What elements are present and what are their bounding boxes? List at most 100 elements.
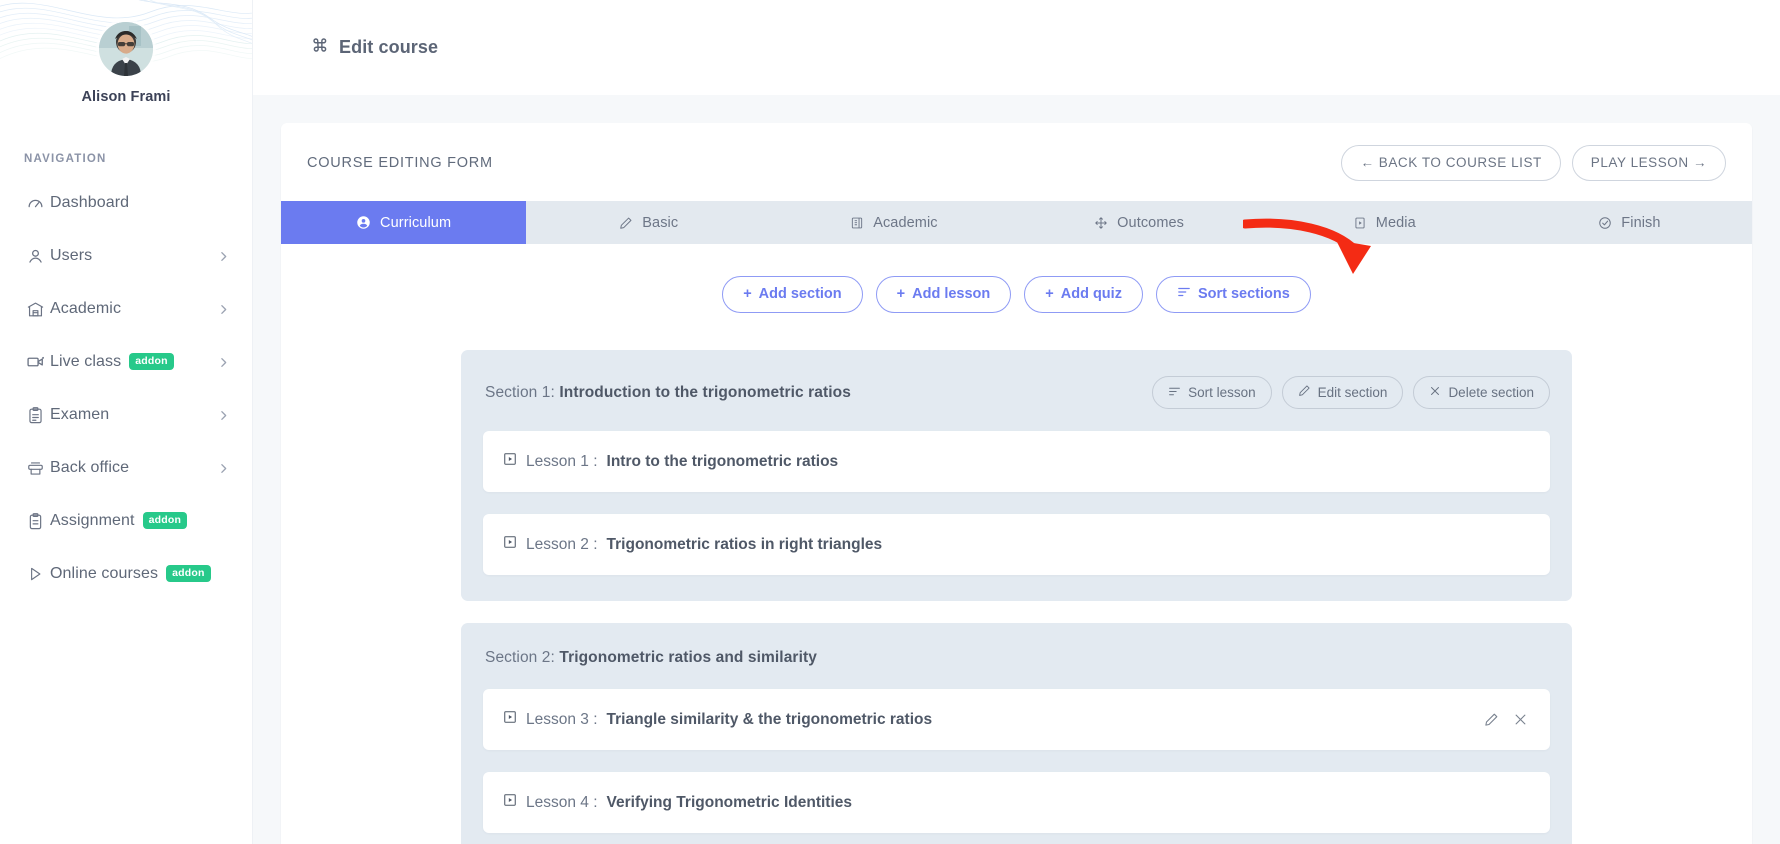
video-play-icon bbox=[503, 535, 517, 554]
lesson-prefix: Lesson 4 : bbox=[526, 794, 598, 812]
sort-lesson-button[interactable]: Sort lesson bbox=[1152, 376, 1272, 409]
lesson-row-actions bbox=[1484, 712, 1528, 727]
sidebar-nav: Dashboard Users Academic bbox=[0, 181, 252, 596]
move-icon bbox=[1094, 216, 1108, 230]
tab-bar: Curriculum Basic Academic bbox=[281, 201, 1752, 244]
curriculum-action-row: + Add section + Add lesson + Add quiz bbox=[281, 276, 1752, 313]
lesson-title: Trigonometric ratios in right triangles bbox=[607, 536, 883, 554]
addon-badge: addon bbox=[143, 512, 188, 529]
sidebar-item-dashboard[interactable]: Dashboard bbox=[0, 181, 252, 225]
section-name: Trigonometric ratios and similarity bbox=[559, 649, 817, 666]
tab-label: Media bbox=[1376, 215, 1416, 231]
lesson-row[interactable]: Lesson 3 : Triangle similarity & the tri… bbox=[483, 689, 1550, 750]
sidebar-item-label: Examen bbox=[50, 406, 109, 424]
section-actions: Sort lesson Edit section bbox=[1152, 376, 1550, 409]
add-lesson-button[interactable]: + Add lesson bbox=[876, 276, 1012, 313]
sidebar-item-examen[interactable]: Examen bbox=[0, 393, 252, 437]
sidebar-item-live-class[interactable]: Live classaddon bbox=[0, 340, 252, 384]
lesson-row[interactable]: Lesson 4 : Verifying Trigonometric Ident… bbox=[483, 772, 1550, 833]
video-icon bbox=[26, 352, 50, 372]
lesson-label: Lesson 3 : Triangle similarity & the tri… bbox=[503, 710, 932, 729]
curriculum-panel: + Add section + Add lesson + Add quiz bbox=[281, 244, 1752, 844]
back-to-course-list-button[interactable]: ← BACK TO COURSE LIST bbox=[1341, 145, 1560, 181]
sections-list: Section 1: Introduction to the trigonome… bbox=[281, 350, 1752, 844]
clipboard-list-icon bbox=[26, 406, 50, 425]
sort-sections-button[interactable]: Sort sections bbox=[1156, 276, 1311, 313]
section-prefix: Section 2: bbox=[485, 649, 555, 666]
tab-outcomes[interactable]: Outcomes bbox=[1017, 201, 1262, 244]
close-icon bbox=[1429, 385, 1441, 400]
tab-media[interactable]: Media bbox=[1262, 201, 1507, 244]
addon-badge: addon bbox=[129, 353, 174, 370]
tab-curriculum[interactable]: Curriculum bbox=[281, 201, 526, 244]
lesson-prefix: Lesson 1 : bbox=[526, 453, 598, 471]
section-header: Section 1: Introduction to the trigonome… bbox=[483, 376, 1550, 409]
play-lesson-button[interactable]: PLAY LESSON → bbox=[1572, 145, 1726, 181]
lesson-prefix: Lesson 2 : bbox=[526, 536, 598, 554]
video-play-icon bbox=[503, 793, 517, 812]
lesson-title: Intro to the trigonometric ratios bbox=[607, 453, 839, 471]
lesson-prefix: Lesson 3 : bbox=[526, 711, 598, 729]
clipboard-icon bbox=[26, 512, 50, 531]
sidebar-item-label: Live classaddon bbox=[50, 353, 174, 371]
plus-icon: + bbox=[897, 286, 905, 302]
pencil-icon bbox=[1298, 384, 1311, 400]
tab-label: Basic bbox=[642, 215, 678, 231]
edit-section-button[interactable]: Edit section bbox=[1282, 376, 1404, 409]
avatar[interactable] bbox=[99, 22, 153, 76]
lesson-row[interactable]: Lesson 1 : Intro to the trigonometric ra… bbox=[483, 431, 1550, 492]
sidebar-item-label: Dashboard bbox=[50, 194, 129, 212]
profile-block: Alison Frami bbox=[0, 0, 252, 105]
tab-basic[interactable]: Basic bbox=[526, 201, 771, 244]
tab-label: Curriculum bbox=[380, 215, 451, 231]
section-title: Section 1: Introduction to the trigonome… bbox=[485, 384, 851, 402]
sort-icon bbox=[1168, 385, 1181, 400]
addon-badge: addon bbox=[166, 565, 211, 582]
printer-icon bbox=[26, 459, 50, 478]
nav-heading: NAVIGATION bbox=[24, 153, 252, 165]
add-lesson-label: Add lesson bbox=[912, 286, 990, 302]
add-quiz-label: Add quiz bbox=[1061, 286, 1122, 302]
card-header-actions: ← BACK TO COURSE LIST PLAY LESSON → bbox=[1341, 145, 1726, 181]
sidebar-item-label: Back office bbox=[50, 459, 129, 477]
lesson-label: Lesson 4 : Verifying Trigonometric Ident… bbox=[503, 793, 852, 812]
card-header: COURSE EDITING FORM ← BACK TO COURSE LIS… bbox=[281, 123, 1752, 201]
add-section-button[interactable]: + Add section bbox=[722, 276, 862, 313]
sort-icon bbox=[1177, 286, 1191, 302]
tab-finish[interactable]: Finish bbox=[1507, 201, 1752, 244]
edit-lesson-icon[interactable] bbox=[1484, 712, 1499, 727]
lesson-row[interactable]: Lesson 2 : Trigonometric ratios in right… bbox=[483, 514, 1550, 575]
section-card: Section 2: Trigonometric ratios and simi… bbox=[461, 623, 1572, 844]
main-area: Edit course COURSE EDITING FORM ← BACK T… bbox=[253, 0, 1780, 844]
lesson-title: Triangle similarity & the trigonometric … bbox=[607, 711, 933, 729]
lesson-title: Verifying Trigonometric Identities bbox=[607, 794, 852, 812]
edit-section-label: Edit section bbox=[1318, 385, 1388, 400]
add-section-label: Add section bbox=[759, 286, 842, 302]
plus-icon: + bbox=[1045, 286, 1053, 302]
user-icon bbox=[26, 247, 50, 266]
sidebar-item-academic[interactable]: Academic bbox=[0, 287, 252, 331]
course-editing-card: COURSE EDITING FORM ← BACK TO COURSE LIS… bbox=[281, 123, 1752, 844]
content-wrapper: COURSE EDITING FORM ← BACK TO COURSE LIS… bbox=[253, 95, 1780, 844]
tab-label: Academic bbox=[873, 215, 937, 231]
sidebar-item-assignment[interactable]: Assignmentaddon bbox=[0, 499, 252, 543]
sidebar-item-users[interactable]: Users bbox=[0, 234, 252, 278]
delete-lesson-icon[interactable] bbox=[1513, 712, 1528, 727]
tab-academic[interactable]: Academic bbox=[771, 201, 1016, 244]
sidebar-item-label: Online coursesaddon bbox=[50, 565, 211, 583]
section-name: Introduction to the trigonometric ratios bbox=[559, 384, 851, 401]
chevron-right-icon bbox=[217, 250, 230, 263]
lesson-label: Lesson 1 : Intro to the trigonometric ra… bbox=[503, 452, 838, 471]
delete-section-button[interactable]: Delete section bbox=[1413, 376, 1550, 409]
user-avatar-photo-icon bbox=[99, 22, 153, 76]
sidebar-item-back-office[interactable]: Back office bbox=[0, 446, 252, 490]
section-card: Section 1: Introduction to the trigonome… bbox=[461, 350, 1572, 601]
play-triangle-icon bbox=[26, 565, 50, 583]
delete-section-label: Delete section bbox=[1448, 385, 1534, 400]
sidebar-item-label: Academic bbox=[50, 300, 121, 318]
sidebar-item-online-courses[interactable]: Online coursesaddon bbox=[0, 552, 252, 596]
profile-name: Alison Frami bbox=[0, 89, 252, 105]
add-quiz-button[interactable]: + Add quiz bbox=[1024, 276, 1143, 313]
chevron-right-icon bbox=[217, 462, 230, 475]
section-header: Section 2: Trigonometric ratios and simi… bbox=[483, 649, 1550, 667]
